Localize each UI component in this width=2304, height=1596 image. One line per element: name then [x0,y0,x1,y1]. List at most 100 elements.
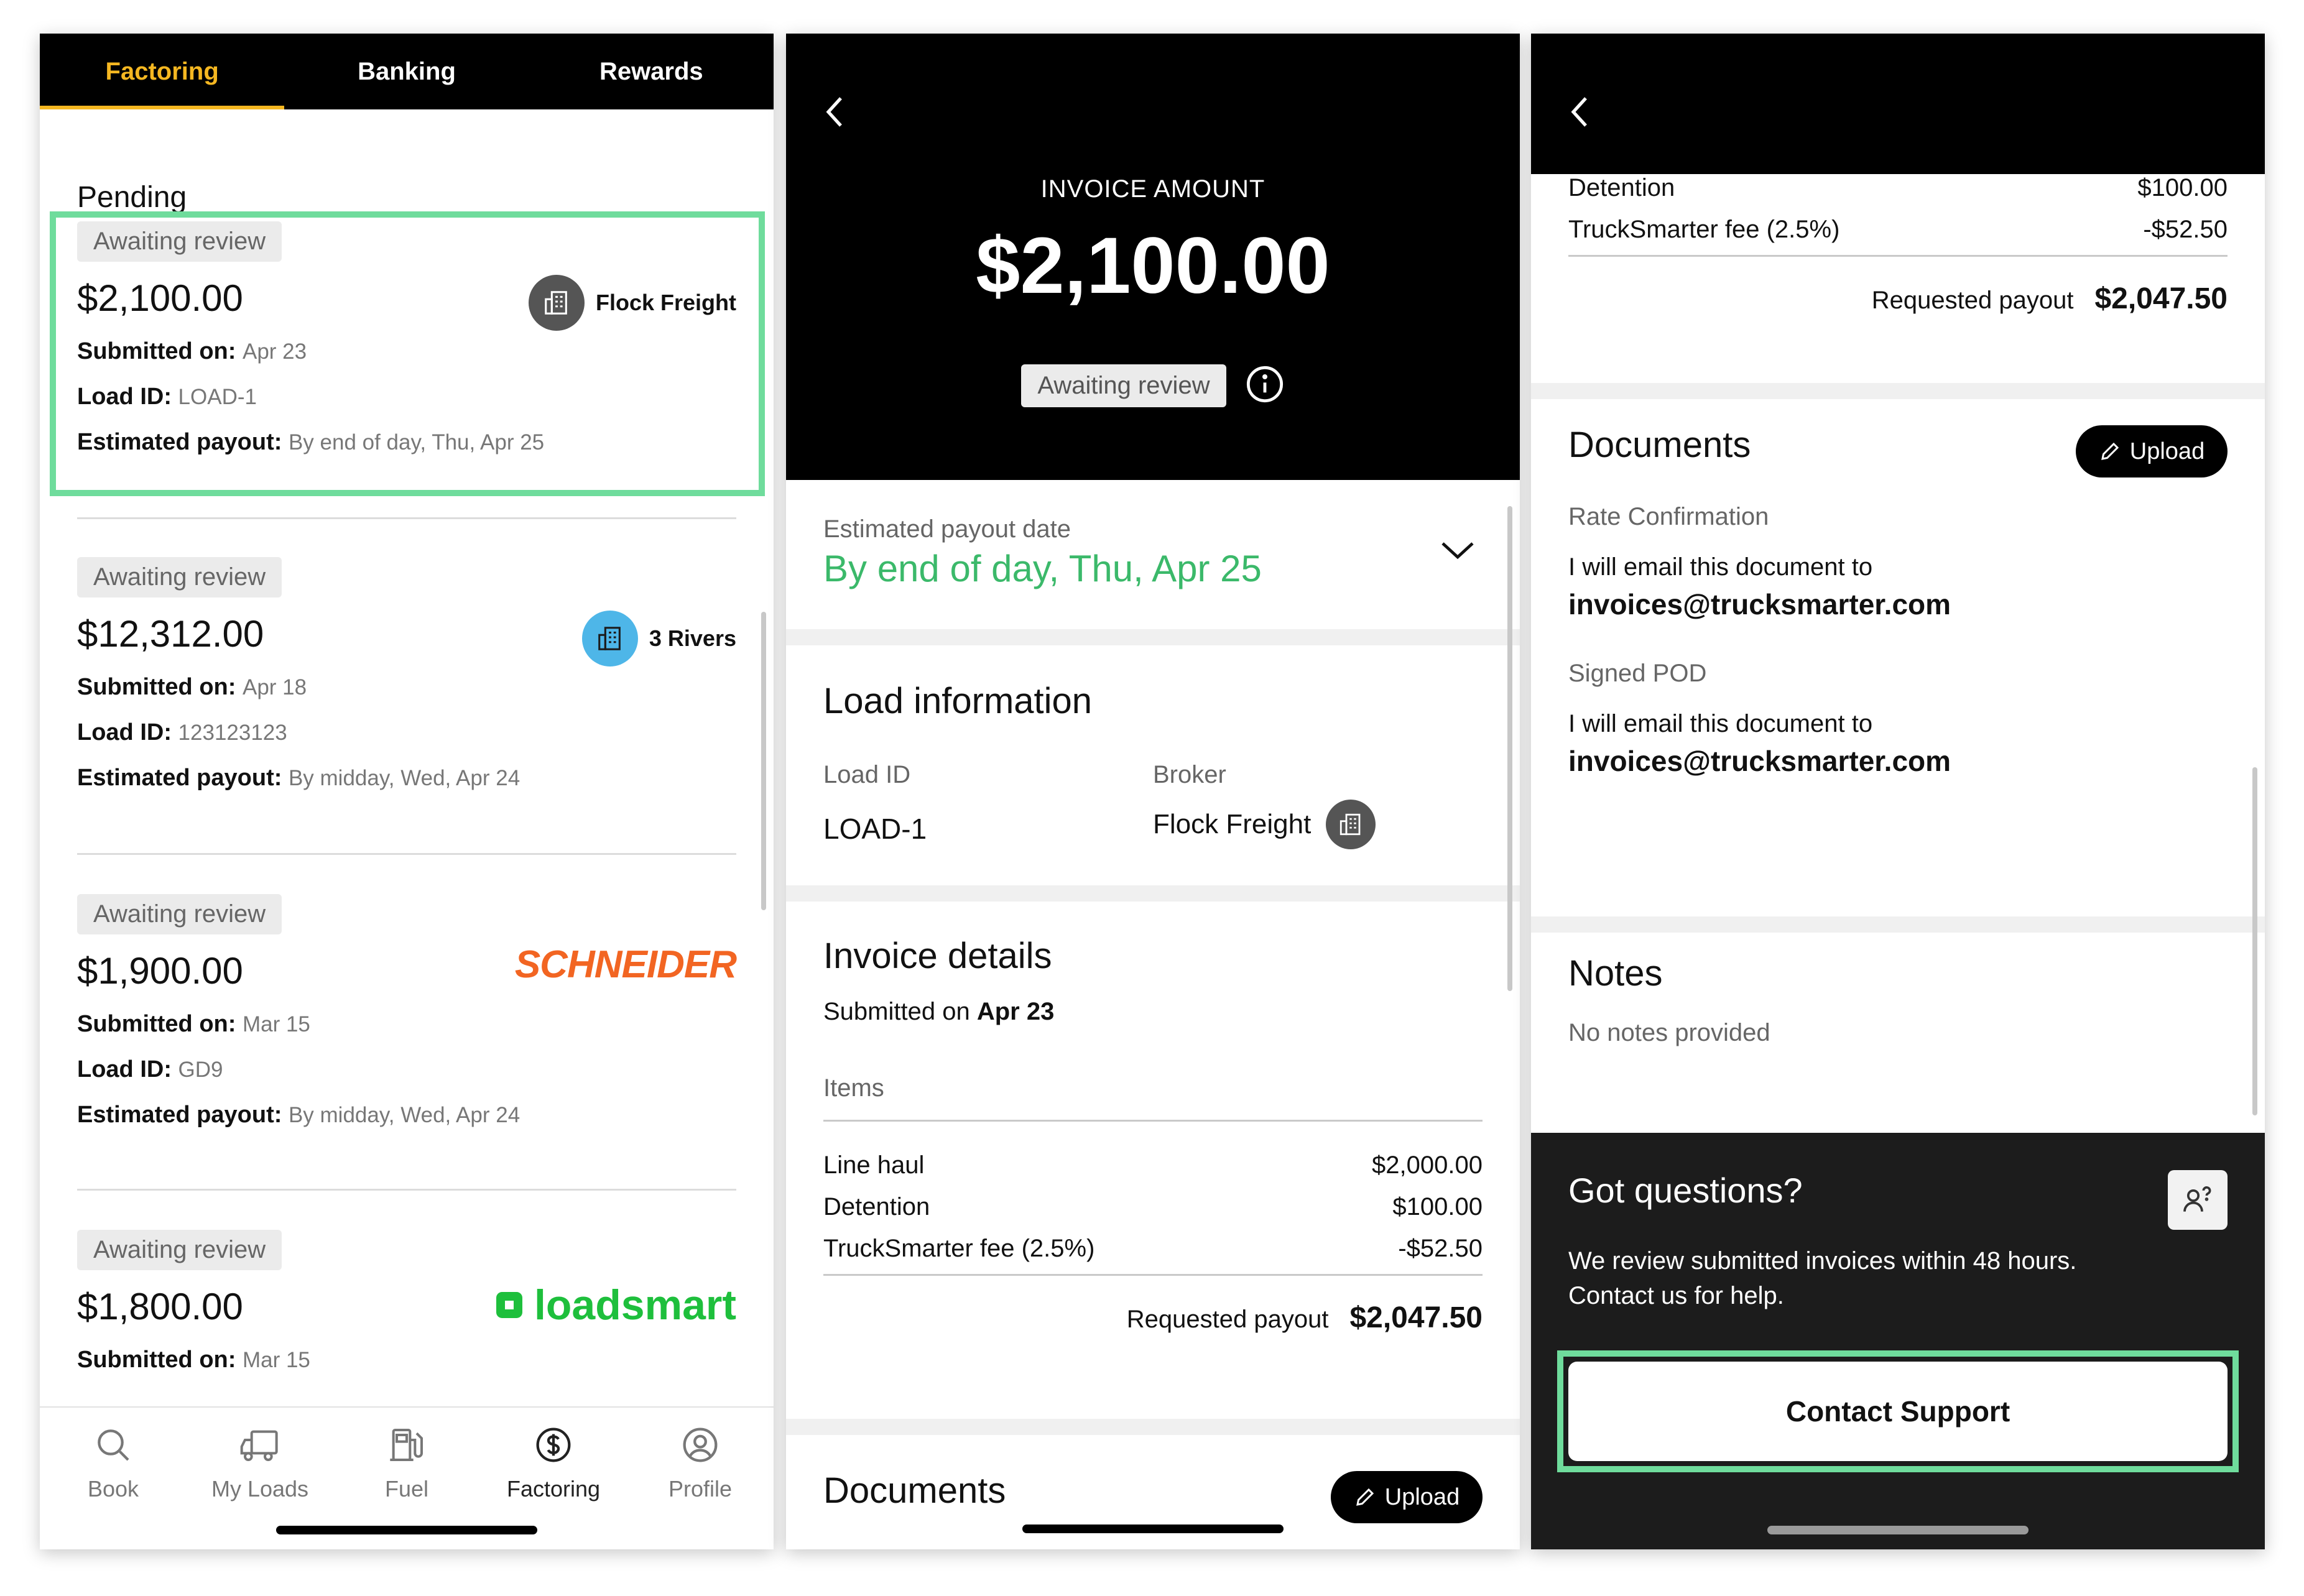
payout-value: By midday, Wed, Apr 24 [288,766,520,790]
line-item-name: Detention [823,1193,930,1220]
invoice-amount: $2,100.00 [976,221,1330,310]
back-arrow-icon[interactable] [1567,93,1592,134]
invoice-card[interactable]: Awaiting review loadsmart $1,800.00 Subm… [77,1230,736,1373]
upload-button[interactable]: Upload [2076,425,2228,477]
profile-icon [680,1420,720,1470]
loadsmart-mark-icon [496,1292,522,1318]
items-divider [823,1120,1483,1122]
line-item: Line haul $2,000.00 [823,1151,1483,1179]
line-item-value: $2,000.00 [1372,1151,1483,1179]
line-item: TruckSmarter fee (2.5%) -$52.50 [1568,216,2228,244]
total-divider [1568,255,2228,257]
payout-date-section[interactable]: Estimated payout date By end of day, Thu… [823,515,1483,590]
scrollbar[interactable] [1507,506,1512,991]
load-id-row: Load ID: 123123123 [77,719,736,746]
payout-row: Estimated payout: By midday, Wed, Apr 24 [77,765,736,791]
contact-support-button[interactable]: Contact Support [1568,1362,2228,1461]
load-id-label: Load ID: [77,384,172,410]
submitted-label: Submitted on: [77,338,236,364]
nav-profile[interactable]: Profile [627,1420,774,1549]
notes-title: Notes [1568,953,1663,994]
requested-payout-label: Requested payout [1126,1306,1329,1333]
submitted-value: Apr 18 [242,675,307,699]
section-separator [1531,383,2265,399]
payout-label: Estimated payout: [77,429,282,455]
submitted-row: Submitted on Apr 23 [823,998,1483,1026]
tab-factoring[interactable]: Factoring [40,34,285,109]
status-badge: Awaiting review [77,1230,282,1270]
document-email: invoices@trucksmarter.com [1568,745,1951,777]
status-badge: Awaiting review [77,557,282,597]
submitted-row: Submitted on: Apr 18 [77,674,736,701]
scrollbar[interactable] [761,612,766,910]
nav-book[interactable]: Book [40,1420,187,1549]
building-icon [528,275,585,331]
status-badge: Awaiting review [77,221,282,262]
submitted-value: Mar 15 [242,1348,310,1372]
line-item: TruckSmarter fee (2.5%) -$52.50 [823,1235,1483,1263]
broker-name: Flock Freight [1153,809,1312,839]
submitted-value: Mar 15 [242,1012,310,1036]
submitted-row: Submitted on: Apr 23 [77,338,736,365]
section-separator [786,629,1520,645]
info-icon[interactable] [1245,364,1285,407]
invoice-card[interactable]: Awaiting review Flock Freight $2,100.00 … [77,221,736,456]
requested-payout-label: Requested payout [1871,287,2074,314]
tab-banking[interactable]: Banking [284,34,529,109]
document-name: Signed POD [1568,660,1707,687]
total-divider [823,1274,1483,1276]
questions-line-1: We review submitted invoices within 48 h… [1568,1247,2077,1275]
document-email: invoices@trucksmarter.com [1568,588,1951,620]
broker-name: 3 Rivers [649,625,736,651]
upload-button[interactable]: Upload [1331,1471,1483,1523]
invoice-card[interactable]: Awaiting review SCHNEIDER $1,900.00 Subm… [77,894,737,1128]
invoice-detail-screen: INVOICE AMOUNT $2,100.00 Awaiting review… [786,34,1520,1549]
questions-title: Got questions? [1568,1171,1803,1210]
scrollbar[interactable] [2252,767,2257,1115]
broker-name: Flock Freight [595,290,736,315]
payout-date-label: Estimated payout date [823,515,1071,543]
home-indicator [276,1526,537,1534]
chevron-down-icon[interactable] [1439,537,1476,565]
search-icon [93,1420,133,1470]
status-badge: Awaiting review [1021,364,1226,407]
invoice-details-section: Invoice details Submitted on Apr 23 Item… [823,935,1483,1335]
line-item-name: TruckSmarter fee (2.5%) [1568,216,1840,243]
load-id-row: Load ID: GD9 [77,1056,736,1083]
load-id-value: 123123123 [178,721,287,745]
tab-rewards[interactable]: Rewards [529,34,774,109]
status-row: Awaiting review [786,364,1520,407]
load-info-section: Load information Load ID LOAD-1 Broker F… [823,680,1483,849]
payout-row: Estimated payout: By end of day, Thu, Ap… [77,429,736,456]
payout-value: By end of day, Thu, Apr 25 [288,430,545,454]
divider [77,517,736,519]
back-arrow-icon[interactable] [822,93,847,134]
requested-payout-value: $2,047.50 [1349,1301,1483,1334]
requested-payout-row: Requested payout $2,047.50 [823,1301,1483,1335]
truck-icon [238,1420,282,1470]
bottom-nav: Book My Loads Fuel Factoring Profile [40,1406,774,1549]
pencil-icon [2101,442,2119,460]
submitted-value: Apr 23 [242,339,307,364]
nav-label: Profile [668,1476,733,1501]
payout-value: By midday, Wed, Apr 24 [288,1103,520,1127]
nav-label: Factoring [506,1476,601,1501]
questions-panel: Got questions? We review submitted invoi… [1531,1133,2265,1549]
pencil-icon [1356,1488,1374,1506]
section-separator [786,885,1520,902]
schneider-logo: SCHNEIDER [514,943,737,986]
load-id-value: GD9 [178,1058,223,1082]
fuel-pump-icon [387,1420,427,1470]
invoice-card[interactable]: Awaiting review 3 Rivers $12,312.00 Subm… [77,557,736,791]
divider [77,1189,736,1191]
broker-tag: 3 Rivers [581,611,736,667]
load-id-label: Load ID: [77,719,172,745]
load-id-value: LOAD-1 [823,813,927,845]
screen-header [1531,34,2265,174]
line-item-name: Line haul [823,1151,925,1179]
document-name: Rate Confirmation [1568,503,1769,530]
payout-row: Estimated payout: By midday, Wed, Apr 24 [77,1102,736,1128]
upload-label: Upload [1384,1483,1460,1510]
broker-label: Broker [1153,761,1226,788]
loadsmart-wordmark: loadsmart [534,1281,736,1329]
